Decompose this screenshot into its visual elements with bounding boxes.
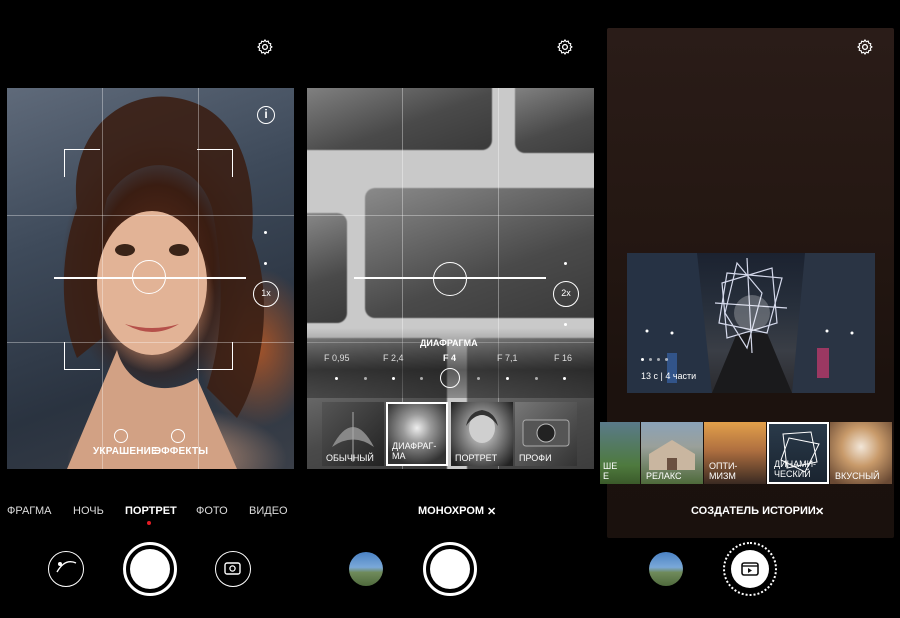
face-frame-corner [64,342,100,370]
camera-viewfinder[interactable]: i 1x УКРАШЕНИЕ ЭФФЕКТЫ [7,88,294,469]
zoom-button[interactable]: 2x [553,281,579,307]
mode-title: МОНОХРОМ [418,505,485,517]
filter-portrait[interactable]: ПОРТРЕТ [451,402,513,466]
aperture-value[interactable]: F 16 [554,353,572,363]
aperture-tick [563,377,566,380]
face-frame-corner [64,149,100,177]
active-mode-dot [147,521,151,525]
gallery-thumbnail[interactable] [649,552,683,586]
mode-video[interactable]: ВИДЕО [249,505,288,517]
effects-icon[interactable] [171,429,185,443]
story-template-tasty[interactable]: ВКУСНЫЙ [830,422,892,484]
focus-ring[interactable] [132,260,166,294]
aperture-tick [477,377,480,380]
close-icon[interactable]: ✕ [487,505,496,518]
zoom-dot [564,262,567,265]
story-template-relax[interactable]: РЕЛАКС [641,422,703,484]
aperture-tick [506,377,509,380]
zoom-button[interactable]: 1x [253,281,279,307]
zoom-dot [264,231,267,234]
mode-aperture[interactable]: ФРАГМА [7,505,52,517]
mode-portrait[interactable]: ПОРТРЕТ [125,505,177,517]
story-preview-image[interactable]: 13 с | 4 части [627,253,875,393]
shutter-button[interactable] [423,542,477,596]
filter-icon[interactable] [48,551,84,587]
filter-pro[interactable]: ПРОФИ [515,402,577,466]
gallery-thumbnail[interactable] [349,552,383,586]
story-icon [741,562,759,576]
filter-normal[interactable]: ОБЫЧНЫЙ [322,402,384,466]
grid-line [307,215,594,216]
aperture-slider-knob[interactable] [440,368,460,388]
effects-option[interactable]: ЭФФЕКТЫ [154,446,208,457]
aperture-tick [392,377,395,380]
grid-line [7,215,294,216]
mode-night[interactable]: НОЧЬ [73,505,104,517]
grid-line [7,342,294,343]
monochrome-aperture-panel: 2x ДИАФРАГМА F 0,95 F 2,4 F 4 F 7,1 F 16… [300,0,600,618]
story-creator-panel: 13 с | 4 части ШЕ Е РЕЛАКС ОПТИ- МИЗМ ДИ… [600,0,900,618]
story-part-dots [641,358,681,361]
story-record-button[interactable] [723,542,777,596]
aperture-value-selected[interactable]: F 4 [443,353,456,363]
info-icon[interactable]: i [257,106,275,124]
brick [515,88,594,153]
shutter-button[interactable] [123,542,177,596]
aperture-tick [364,377,367,380]
gear-icon[interactable] [856,38,874,56]
aperture-title: ДИАФРАГМА [420,338,478,348]
aperture-tick [535,377,538,380]
aperture-tick [420,377,423,380]
story-template-dynamic[interactable]: ДИНАМИ- ЧЕСКИЙ [767,422,829,484]
grid-line [102,88,103,469]
camera-switch-icon[interactable] [215,551,251,587]
gear-icon[interactable] [256,38,274,56]
brick [307,213,347,323]
face-frame-corner [197,342,233,370]
brick [307,88,492,150]
mode-photo[interactable]: ФОТО [196,505,228,517]
close-icon[interactable]: ✕ [815,505,824,518]
beauty-icon[interactable] [114,429,128,443]
zoom-dot [564,323,567,326]
beauty-option[interactable]: УКРАШЕНИЕ [93,446,158,457]
mode-title: СОЗДАТЕЛЬ ИСТОРИИ [691,505,816,517]
zoom-dot [264,262,267,265]
portrait-mode-panel: i 1x УКРАШЕНИЕ ЭФФЕКТЫ ФРАГМА НОЧЬ ПОРТР… [0,0,300,618]
focus-ring[interactable] [433,262,467,296]
filter-aperture[interactable]: ДИАФРАГ- МА [386,402,448,466]
grid-line [198,88,199,469]
story-template-optimism[interactable]: ОПТИ- МИЗМ [704,422,766,484]
gear-icon[interactable] [556,38,574,56]
face-frame-corner [197,149,233,177]
aperture-value[interactable]: F 7,1 [497,353,518,363]
story-template[interactable]: ШЕ Е [600,422,640,484]
aperture-value[interactable]: F 0,95 [324,353,350,363]
aperture-value[interactable]: F 2,4 [383,353,404,363]
story-duration: 13 с | 4 части [641,371,697,381]
aperture-tick [335,377,338,380]
